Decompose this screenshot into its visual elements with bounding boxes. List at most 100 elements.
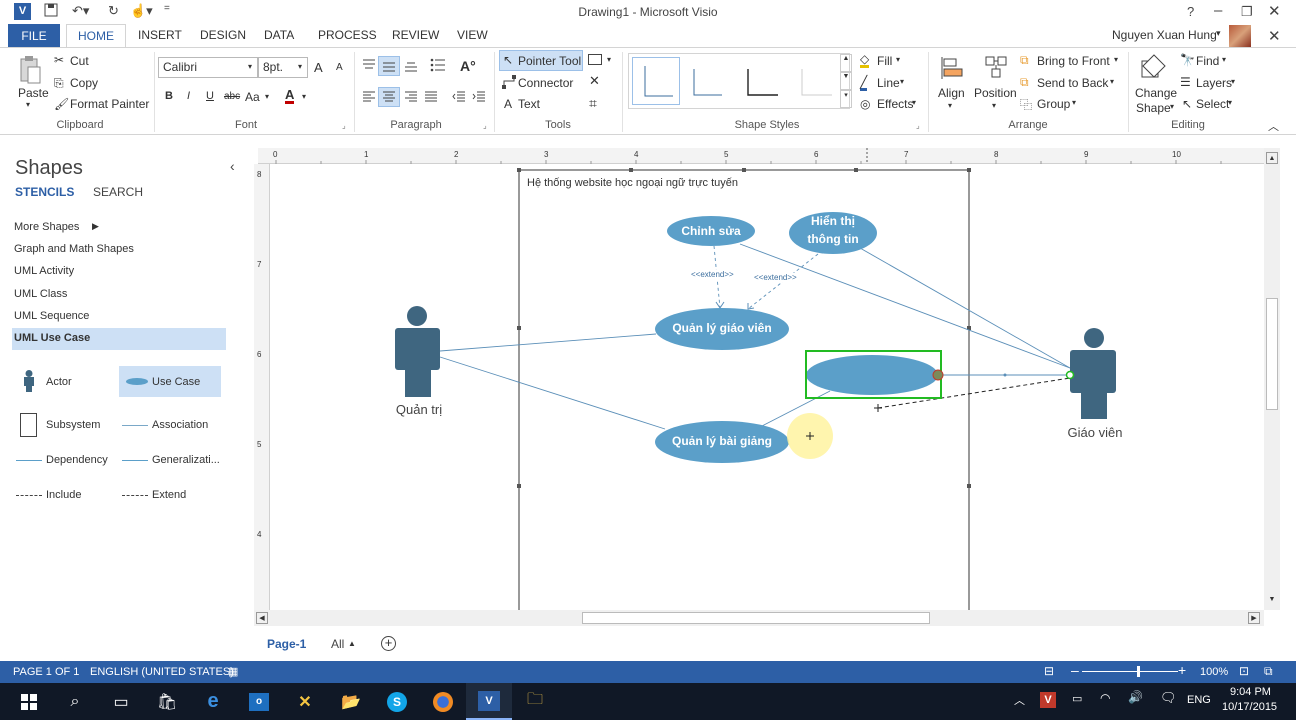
horizontal-ruler[interactable]: 0 1 2 3 4 5 6 7 8 9 10 (258, 148, 1264, 164)
scroll-down-icon[interactable]: ▼ (1266, 594, 1278, 606)
search-icon[interactable]: ⌕ (52, 683, 98, 720)
all-pages-button[interactable]: All (331, 637, 344, 651)
stencil-uml-activity[interactable]: UML Activity (14, 265, 74, 277)
status-language[interactable]: ENGLISH (UNITED STATES) (90, 666, 234, 678)
line-dropdown-icon[interactable]: ▾ (900, 77, 904, 86)
tab-review[interactable]: REVIEW (392, 28, 439, 42)
scroll-up-icon[interactable]: ▲ (1266, 152, 1278, 164)
rectangle-tool-dropdown-icon[interactable]: ▾ (607, 55, 611, 64)
font-color-button[interactable]: A (285, 88, 295, 104)
format-painter-button[interactable]: Format Painter (70, 97, 149, 111)
status-page[interactable]: PAGE 1 OF 1 (13, 666, 79, 678)
include-icon[interactable] (16, 495, 42, 496)
master-association[interactable]: Association (152, 419, 208, 431)
uc-show-label-1[interactable]: Hiển thị (789, 214, 877, 228)
rectangle-tool-icon[interactable] (588, 54, 602, 65)
gallery-scroll-up-icon[interactable]: ▲ (840, 54, 852, 72)
tab-stencils[interactable]: STENCILS (15, 185, 74, 199)
style-swatch-3[interactable] (740, 57, 788, 105)
find-dropdown-icon[interactable]: ▾ (1222, 55, 1226, 64)
format-painter-icon[interactable]: 🖌 (54, 97, 69, 111)
edge-icon[interactable]: e (190, 683, 236, 720)
add-page-icon[interactable]: + (381, 636, 396, 651)
zoom-in-icon[interactable]: + (1178, 662, 1186, 678)
align-middle-icon[interactable] (378, 56, 400, 76)
switch-windows-icon[interactable]: ⧉ (1264, 664, 1273, 679)
bring-to-front-button[interactable]: Bring to Front (1037, 54, 1110, 68)
store-icon[interactable]: 🛍 (144, 683, 190, 720)
avatar[interactable] (1229, 25, 1251, 47)
tab-process[interactable]: PROCESS (318, 28, 377, 42)
master-extend[interactable]: Extend (152, 489, 186, 501)
actor-icon[interactable] (22, 370, 36, 395)
fit-page-icon[interactable]: ⊡ (1239, 664, 1249, 678)
tab-file[interactable]: FILE (8, 24, 60, 48)
tab-data[interactable]: DATA (264, 28, 294, 42)
collapse-pane-icon[interactable]: ‹ (230, 158, 235, 174)
position-dropdown-icon[interactable]: ▾ (992, 101, 996, 110)
zoom-level[interactable]: 100% (1200, 666, 1228, 678)
generalization-icon[interactable] (122, 460, 148, 461)
cut-button[interactable]: Cut (70, 54, 89, 68)
text-direction-icon[interactable]: A° (460, 58, 476, 74)
scroll-right-icon[interactable]: ▶ (1248, 612, 1260, 624)
bring-to-front-dropdown-icon[interactable]: ▾ (1114, 55, 1118, 64)
connector-icon[interactable] (502, 75, 516, 92)
page-tab-1[interactable]: Page-1 (267, 637, 306, 651)
task-view-icon[interactable]: ▭ (98, 683, 144, 720)
extend-label-2[interactable]: <<extend>> (754, 273, 797, 282)
copy-button[interactable]: Copy (70, 76, 98, 90)
close-icon[interactable]: ✕ (1268, 2, 1281, 20)
grow-font-button[interactable]: A (314, 60, 323, 75)
dependency-icon[interactable] (16, 460, 42, 461)
copy-icon[interactable]: ⎘ (54, 76, 64, 91)
font-color-dropdown-icon[interactable]: ▾ (302, 92, 306, 101)
tab-view[interactable]: VIEW (457, 28, 488, 42)
user-dropdown-icon[interactable]: ▾ (1216, 28, 1221, 39)
bold-button[interactable]: B (165, 90, 173, 102)
align-button[interactable]: Align (938, 86, 965, 100)
notifications-icon[interactable]: 🗨 (1160, 690, 1177, 706)
file-explorer-icon[interactable]: 📂 (328, 683, 374, 720)
font-dialog-launcher-icon[interactable]: ⌟ (342, 121, 346, 130)
connection-point-icon[interactable]: ✕ (589, 73, 600, 89)
ribbon-close-icon[interactable]: ✕ (1268, 27, 1281, 45)
xmind-icon[interactable]: ✕ (282, 683, 328, 720)
uc-manage-lecture-label[interactable]: Quản lý bài giảng (655, 434, 789, 448)
group-dropdown-icon[interactable]: ▾ (1072, 98, 1076, 107)
find-button[interactable]: Find (1196, 54, 1219, 68)
style-swatch-1[interactable] (632, 57, 680, 105)
increase-indent-icon[interactable] (472, 91, 486, 106)
fill-dropdown-icon[interactable]: ▾ (896, 55, 900, 64)
align-top-icon[interactable] (362, 58, 376, 73)
uc-manage-teacher-label[interactable]: Quản lý giáo viên (655, 321, 789, 335)
position-button[interactable]: Position (974, 86, 1017, 100)
uc-show-label-2[interactable]: thông tin (789, 232, 877, 246)
tab-search[interactable]: SEARCH (93, 185, 143, 199)
underline-button[interactable]: U (206, 90, 214, 102)
paste-icon[interactable] (18, 55, 42, 85)
master-include[interactable]: Include (46, 489, 81, 501)
input-language[interactable]: ENG (1187, 694, 1211, 706)
shape-styles-gallery[interactable] (628, 53, 850, 109)
collapse-ribbon-icon[interactable]: ︿ (1268, 118, 1279, 134)
tab-design[interactable]: DESIGN (200, 28, 246, 42)
stencil-more-shapes[interactable]: More Shapes (14, 221, 79, 233)
shrink-font-button[interactable]: A (336, 62, 343, 73)
system-title[interactable]: Hệ thống website học ngoại ngữ trực tuyế… (527, 177, 738, 189)
macro-record-icon[interactable]: ▦ (228, 665, 238, 678)
visio-taskbar-icon[interactable]: V (466, 683, 512, 720)
italic-button[interactable]: I (187, 90, 190, 102)
align-bottom-icon[interactable] (404, 60, 418, 75)
font-family-select[interactable]: Calibri (158, 57, 258, 78)
drawing-canvas[interactable]: Hệ thống website học ngoại ngữ trực tuyế… (270, 164, 1263, 610)
change-case-button[interactable]: Aa (245, 90, 260, 104)
align-dropdown-icon[interactable]: ▾ (948, 101, 952, 110)
wifi-icon[interactable]: ◠ (1100, 691, 1110, 705)
decrease-indent-icon[interactable] (452, 91, 466, 106)
show-hidden-icons[interactable]: ︿ (1014, 692, 1025, 708)
help-icon[interactable]: ? (1187, 4, 1194, 19)
battery-icon[interactable]: ▭ (1072, 692, 1082, 705)
change-case-dropdown-icon[interactable]: ▾ (265, 92, 269, 101)
layers-button[interactable]: Layers (1196, 76, 1232, 90)
